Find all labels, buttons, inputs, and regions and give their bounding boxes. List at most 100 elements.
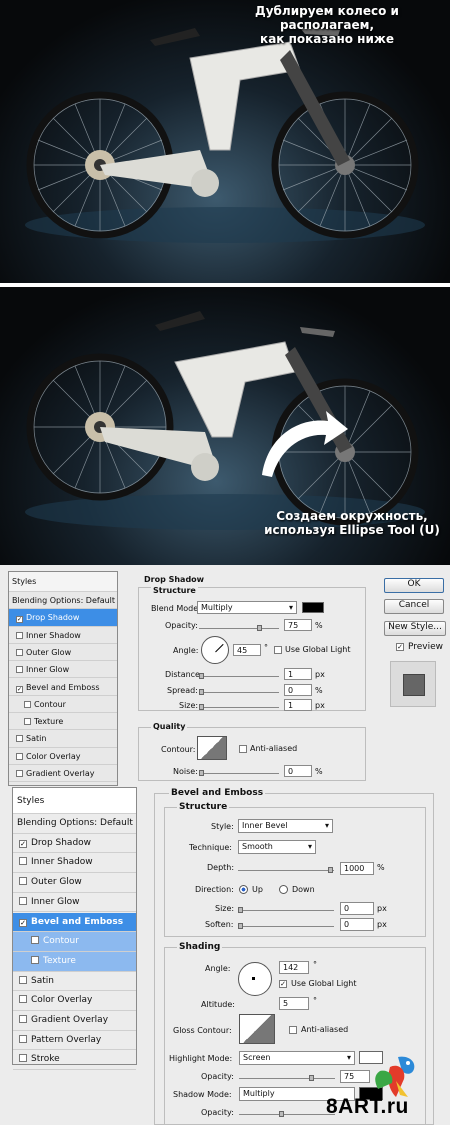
style-item[interactable]: Inner Shadow [9, 627, 117, 644]
style-checkbox[interactable] [31, 936, 39, 945]
style-item[interactable]: Inner Glow [9, 661, 117, 679]
style-item[interactable]: Inner Shadow [13, 853, 136, 874]
style-checkbox[interactable] [19, 1054, 27, 1063]
style-item[interactable]: Gradient Overlay [13, 1011, 136, 1031]
style-checkbox[interactable]: ✓ [19, 839, 27, 848]
cancel-button[interactable]: Cancel [384, 599, 444, 614]
use-global-light-checkbox[interactable] [274, 646, 282, 654]
altitude-input[interactable]: 5 [279, 997, 309, 1010]
size-input[interactable]: 0 [340, 902, 374, 915]
style-checkbox[interactable] [19, 1015, 27, 1023]
style-item[interactable]: Blending Options: Default [13, 814, 136, 834]
style-checkbox[interactable] [16, 770, 23, 777]
highlight-opacity-input[interactable]: 75 [340, 1070, 370, 1083]
contour-picker[interactable] [197, 736, 227, 760]
shadow-opacity-slider[interactable] [239, 1111, 335, 1117]
distance-slider[interactable] [199, 673, 279, 679]
ok-button[interactable]: OK [384, 578, 444, 593]
use-global-light-checkbox[interactable]: ✓ [279, 980, 287, 988]
styles-list-1: Styles Blending Options: Default ✓ Drop Sh… [8, 571, 118, 786]
style-checkbox[interactable] [16, 752, 23, 760]
angle-dial[interactable] [201, 636, 229, 664]
style-checkbox[interactable] [16, 666, 23, 674]
blend-mode-select[interactable]: Multiply ▾ [197, 601, 297, 614]
size-input[interactable]: 1 [284, 699, 312, 711]
style-item-label: Bevel and Emboss [26, 682, 100, 692]
style-checkbox[interactable] [19, 877, 27, 886]
style-item[interactable]: Inner Glow [13, 893, 136, 913]
depth-input[interactable]: 1000 [340, 862, 374, 875]
style-item[interactable]: Texture [9, 713, 117, 731]
distance-input[interactable]: 1 [284, 668, 312, 680]
style-item[interactable]: Stroke [13, 1050, 136, 1071]
style-item-label: Gradient Overlay [26, 769, 95, 778]
style-item[interactable]: Gradient Overlay [9, 765, 117, 783]
style-checkbox[interactable] [19, 857, 27, 866]
style-item[interactable]: Pattern Overlay [13, 1031, 136, 1051]
direction-up-radio[interactable] [239, 885, 248, 894]
highlight-mode-select[interactable]: Screen ▾ [239, 1051, 355, 1065]
caption-line-2: используя Ellipse Tool (U) [264, 523, 440, 537]
style-item[interactable]: ✓ Bevel and Emboss [13, 912, 136, 933]
style-select[interactable]: Inner Bevel ▾ [238, 819, 333, 833]
style-item-label: Satin [31, 975, 54, 986]
style-item[interactable]: Texture [13, 951, 136, 972]
angle-input[interactable]: 142 [279, 961, 309, 974]
opacity-input[interactable]: 75 [284, 619, 312, 631]
style-checkbox[interactable] [24, 700, 31, 708]
caption-line-1: Дублируем колесо и располагаем, [255, 4, 399, 32]
technique-select[interactable]: Smooth ▾ [238, 840, 316, 854]
style-item[interactable]: ✓ Bevel and Emboss [9, 679, 117, 696]
angle-dial[interactable] [238, 962, 272, 996]
style-item[interactable]: ✓ Drop Shadow [9, 609, 117, 627]
style-checkbox[interactable]: ✓ [19, 918, 27, 927]
noise-input[interactable]: 0 [284, 765, 312, 777]
soften-slider[interactable] [238, 923, 334, 929]
spread-input[interactable]: 0 [284, 684, 312, 696]
angle-input[interactable]: 45 [233, 644, 261, 656]
preview-checkbox[interactable]: ✓ [396, 643, 404, 651]
style-item-label: Texture [43, 955, 76, 966]
style-item[interactable]: ✓ Drop Shadow [13, 834, 136, 854]
opacity-slider[interactable] [199, 625, 279, 631]
style-checkbox[interactable]: ✓ [16, 616, 23, 624]
style-item[interactable]: Contour [13, 932, 136, 952]
style-item[interactable]: Color Overlay [9, 748, 117, 765]
style-item-label: Contour [43, 936, 79, 947]
caption: Создаем окружность, используя Ellipse To… [254, 509, 450, 537]
style-checkbox[interactable] [19, 896, 27, 905]
gloss-contour-picker[interactable] [239, 1014, 275, 1044]
style-checkbox[interactable] [16, 631, 23, 639]
spread-slider[interactable] [199, 689, 279, 695]
shadow-color-swatch[interactable] [302, 602, 324, 613]
new-style-button[interactable]: New Style... [384, 621, 446, 636]
style-checkbox[interactable] [16, 735, 23, 743]
direction-down-radio[interactable] [279, 885, 288, 894]
style-checkbox[interactable] [19, 1034, 27, 1043]
anti-aliased-checkbox[interactable] [289, 1026, 297, 1034]
style-item[interactable]: Blending Options: Default [9, 592, 117, 610]
style-item[interactable]: Color Overlay [13, 991, 136, 1011]
depth-slider[interactable] [238, 867, 334, 873]
style-item[interactable]: Satin [13, 972, 136, 992]
style-item[interactable]: Outer Glow [13, 873, 136, 893]
style-checkbox[interactable] [16, 648, 23, 656]
style-checkbox[interactable] [31, 955, 39, 964]
style-item[interactable]: Contour [9, 696, 117, 714]
caption-line-1: Создаем окружность, [276, 509, 428, 523]
anti-aliased-checkbox[interactable] [239, 745, 247, 753]
style-checkbox[interactable] [19, 975, 27, 984]
size-slider[interactable] [238, 907, 334, 913]
style-checkbox[interactable]: ✓ [16, 685, 23, 693]
size-slider[interactable] [199, 704, 279, 710]
style-checkbox[interactable] [24, 718, 31, 726]
styles-header[interactable]: Styles [13, 788, 136, 814]
style-checkbox[interactable] [19, 995, 27, 1004]
quality-group: Quality Contour: Anti-aliased Noise: 0 % [138, 722, 366, 781]
style-item[interactable]: Satin [9, 730, 117, 748]
noise-slider[interactable] [199, 770, 279, 776]
style-item[interactable]: Outer Glow [9, 644, 117, 662]
highlight-opacity-slider[interactable] [239, 1075, 335, 1081]
soften-input[interactable]: 0 [340, 918, 374, 931]
styles-header[interactable]: Styles [9, 572, 117, 592]
